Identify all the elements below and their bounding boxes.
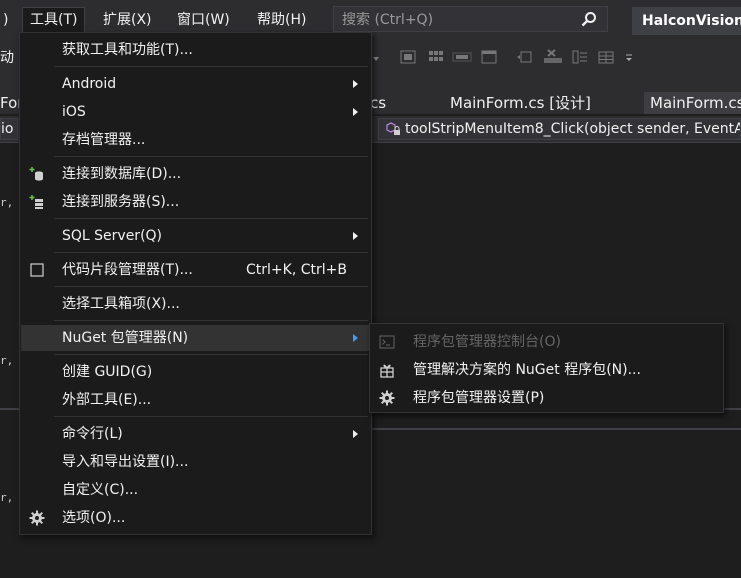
menu-package-manager-console: 程序包管理器控制台(O) — [371, 328, 722, 356]
menu-separator — [54, 252, 368, 253]
menu-separator — [54, 286, 368, 287]
menu-item-tools[interactable]: 工具(T) — [22, 7, 86, 32]
menu-package-manager-settings[interactable]: 程序包管理器设置(P) — [371, 384, 722, 412]
menu-android[interactable]: Android — [21, 71, 370, 97]
code-fragment: r, — [0, 354, 14, 367]
menu-item-label: 选项(O)... — [62, 510, 126, 526]
menu-nuget-package-manager[interactable]: NuGet 包管理器(N) — [21, 325, 370, 351]
search-box[interactable] — [333, 6, 608, 32]
menu-item-label: 管理解决方案的 NuGet 程序包(N)... — [413, 362, 641, 378]
table-icon[interactable] — [400, 49, 416, 65]
console-icon — [379, 335, 395, 349]
package-icon — [380, 364, 394, 378]
submenu-arrow-icon — [353, 430, 358, 438]
submenu-arrow-icon — [353, 80, 358, 88]
member-dropdown[interactable]: toolStripMenuItem8_Click(object sender, … — [378, 118, 741, 140]
columns-icon[interactable] — [572, 49, 588, 65]
nuget-submenu: 程序包管理器控制台(O) 管理解决方案的 NuGet 程序包(N)... 程序包… — [369, 323, 724, 413]
tools-menu: 获取工具和功能(T)... Android iOS 存档管理器... 连接到数据… — [19, 32, 372, 535]
menu-options[interactable]: 选项(O)... — [21, 505, 370, 531]
search-icon[interactable] — [581, 11, 597, 27]
menu-customize[interactable]: 自定义(C)... — [21, 477, 370, 503]
database-connect-icon — [29, 167, 43, 181]
code-fragment: r, — [0, 491, 14, 504]
app-title: HalconVision — [632, 7, 741, 35]
code-snippet-icon — [30, 263, 44, 277]
menu-separator — [54, 416, 368, 417]
menu-item-label: 连接到服务器(S)... — [62, 194, 180, 210]
menu-item-label: 选择工具箱项(X)... — [62, 296, 180, 312]
menu-separator — [54, 320, 368, 321]
toolbar-label: 动 — [0, 50, 14, 66]
pane-splitter — [372, 428, 741, 430]
menu-archive-manager[interactable]: 存档管理器... — [21, 127, 370, 153]
menu-item-label: 命令行(L) — [62, 426, 123, 442]
menu-ios[interactable]: iOS — [21, 99, 370, 125]
member-name: toolStripMenuItem8_Click(object sender, … — [405, 121, 740, 137]
menu-item-label: iOS — [62, 104, 86, 120]
menu-item-label: 自定义(C)... — [62, 482, 139, 498]
menu-item-label: 程序包管理器控制台(O) — [413, 334, 561, 350]
dropdown-arrow-icon[interactable] — [372, 49, 380, 65]
menu-connect-database[interactable]: 连接到数据库(D)... — [21, 161, 370, 187]
insert-icon[interactable] — [516, 49, 532, 65]
menu-item-label: 获取工具和功能(T)... — [62, 42, 193, 58]
submenu-arrow-icon — [353, 334, 358, 342]
window-icon[interactable] — [481, 49, 497, 65]
sql-execute-icon[interactable] — [543, 49, 563, 65]
code-fragment: r, — [0, 196, 14, 209]
method-lock-icon — [386, 122, 400, 135]
menu-item-label: 连接到数据库(D)... — [62, 166, 182, 182]
menu-item-window[interactable]: 窗口(W) — [170, 8, 237, 32]
menu-item-label: 创建 GUID(G) — [62, 364, 153, 380]
menu-item-label: 代码片段管理器(T)... — [62, 262, 193, 278]
menu-item-label: 程序包管理器设置(P) — [413, 390, 545, 406]
menu-item-label: SQL Server(Q) — [62, 228, 163, 244]
menu-command-line[interactable]: 命令行(L) — [21, 421, 370, 447]
menu-external-tools[interactable]: 外部工具(E)... — [21, 387, 370, 413]
menu-separator — [54, 218, 368, 219]
menu-shortcut: Ctrl+K, Ctrl+B — [246, 262, 347, 278]
table-grid-icon[interactable] — [598, 49, 614, 65]
menu-item-extensions[interactable]: 扩展(X) — [96, 8, 159, 32]
server-connect-icon — [29, 195, 43, 209]
menu-separator — [54, 354, 368, 355]
menu-choose-toolbox-items[interactable]: 选择工具箱项(X)... — [21, 291, 370, 317]
gear-icon — [379, 390, 395, 406]
menu-item-partial[interactable]: ) — [0, 8, 15, 32]
menu-item-label: 导入和导出设置(I)... — [62, 454, 189, 470]
menu-create-guid[interactable]: 创建 GUID(G) — [21, 359, 370, 385]
grid-icon[interactable] — [428, 49, 444, 65]
sql-icon[interactable] — [452, 49, 472, 65]
gear-icon — [29, 510, 45, 526]
tab-mainform-cs[interactable]: MainForm.cs — [644, 92, 741, 114]
menu-item-label: NuGet 包管理器(N) — [62, 330, 189, 346]
type-dropdown[interactable]: io — [0, 118, 18, 140]
menu-item-label: 外部工具(E)... — [62, 392, 152, 408]
menu-code-snippets-manager[interactable]: 代码片段管理器(T)... Ctrl+K, Ctrl+B — [21, 257, 370, 283]
menu-item-help[interactable]: 帮助(H) — [250, 8, 313, 32]
menu-import-export-settings[interactable]: 导入和导出设置(I)... — [21, 449, 370, 475]
menu-separator — [54, 156, 368, 157]
tab-mainform-designer[interactable]: MainForm.cs [设计] — [444, 92, 597, 114]
menu-manage-nuget-packages[interactable]: 管理解决方案的 NuGet 程序包(N)... — [371, 356, 722, 384]
overflow-arrow-icon[interactable] — [624, 49, 634, 65]
menu-get-tools-features[interactable]: 获取工具和功能(T)... — [21, 37, 370, 63]
search-input[interactable] — [340, 10, 579, 30]
menu-connect-server[interactable]: 连接到服务器(S)... — [21, 189, 370, 215]
menu-sql-server[interactable]: SQL Server(Q) — [21, 223, 370, 249]
menu-item-label: Android — [62, 76, 117, 92]
menu-separator — [54, 66, 368, 67]
menu-item-label: 存档管理器... — [62, 132, 146, 148]
submenu-arrow-icon — [353, 232, 358, 240]
submenu-arrow-icon — [353, 108, 358, 116]
